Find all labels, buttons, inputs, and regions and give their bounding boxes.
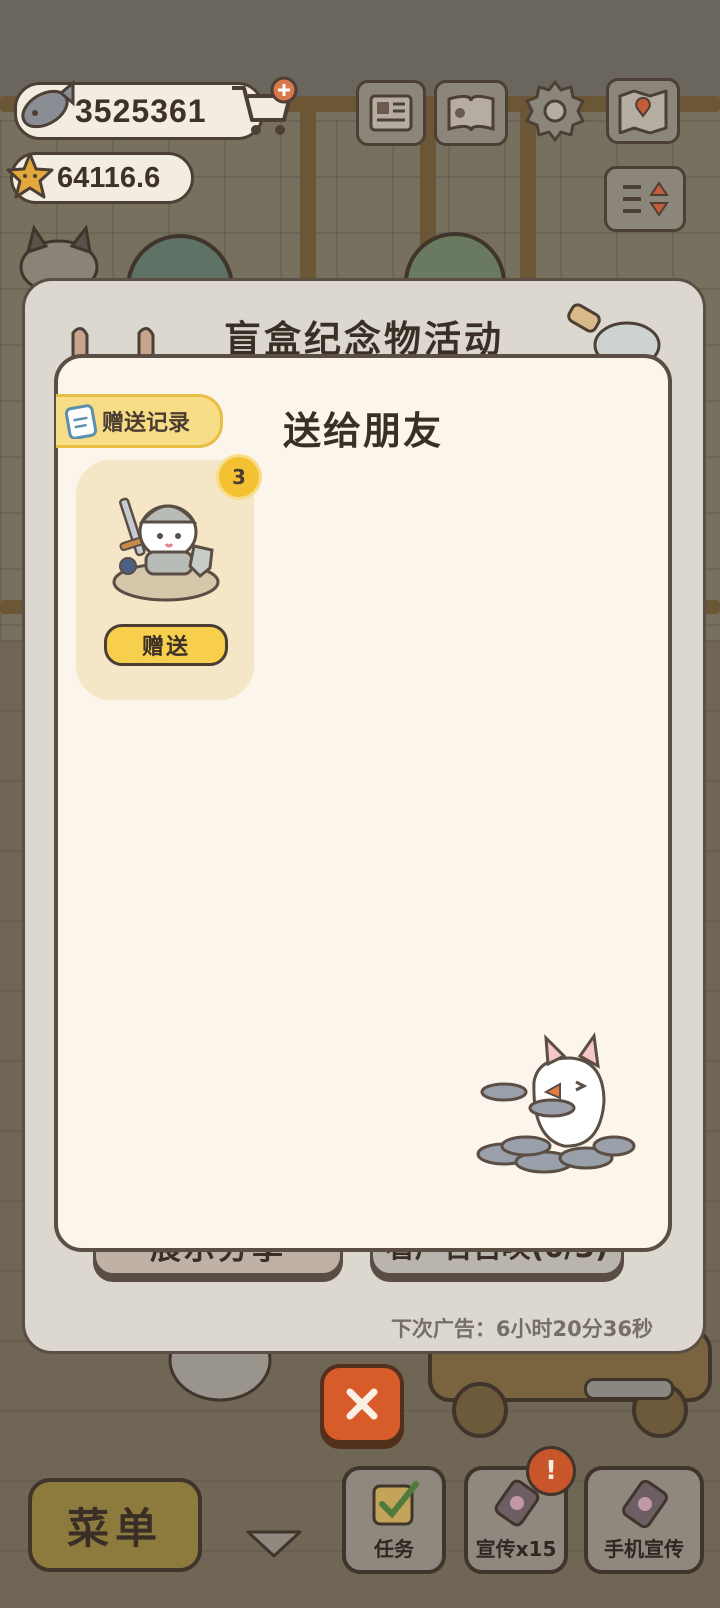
knight-cat-souvenir-icon (112, 497, 220, 602)
star-icon (6, 152, 54, 199)
gift-record-button[interactable]: 赠送记录 (56, 394, 223, 448)
next-ad-timer: 下次广告：6小时20分36秒 (390, 1317, 653, 1341)
settings-gear-icon (525, 80, 585, 142)
gift-to-friend-panel: 送给朋友 赠送记录 3 赠送 (54, 354, 672, 1252)
clipboard-icon (64, 404, 98, 439)
star-value: 64116.6 (57, 161, 161, 194)
gift-record-label: 赠送记录 (102, 411, 191, 436)
sort-toggle-button[interactable] (604, 166, 686, 232)
recipe-book-icon (447, 94, 495, 132)
tasks-button[interactable]: 任务 (342, 1466, 446, 1574)
star-currency-bar: 64116.6 (6, 152, 194, 204)
map-icon (618, 89, 668, 134)
phone-promote-button[interactable]: 手机宣传 (584, 1466, 704, 1574)
newspaper-button[interactable] (356, 80, 426, 146)
task-checkbox-icon (372, 1481, 419, 1526)
gift-button[interactable]: 赠送 (104, 624, 228, 666)
collapse-arrow-icon[interactable] (244, 1526, 304, 1560)
close-button[interactable] (320, 1364, 404, 1444)
shopping-cart-icon (232, 76, 298, 135)
cat-with-fish-illustration-icon (476, 1031, 636, 1174)
map-button[interactable] (606, 78, 680, 144)
sort-toggle-icon (623, 181, 669, 217)
phone-promote-icon (622, 1479, 668, 1529)
fish-currency-bar: 3525361 (14, 79, 264, 140)
recipe-book-button[interactable] (434, 80, 508, 146)
background-arch-icon (404, 232, 506, 284)
tasks-label: 任务 (374, 1537, 414, 1561)
background-shelf (584, 1378, 674, 1400)
phone-promote-label: 手机宣传 (604, 1537, 684, 1561)
promote-label: 宣传x15 (475, 1537, 557, 1561)
item-count-badge: 3 (216, 454, 262, 500)
close-icon (346, 1388, 378, 1420)
notice-badge: ! (526, 1446, 576, 1496)
fish-value: 3525361 (75, 92, 207, 129)
menu-button[interactable]: 菜单 (28, 1478, 202, 1572)
newspaper-icon (369, 94, 413, 132)
fish-icon (21, 79, 75, 129)
settings-button[interactable] (522, 78, 588, 144)
shop-cart-button[interactable] (228, 76, 300, 140)
